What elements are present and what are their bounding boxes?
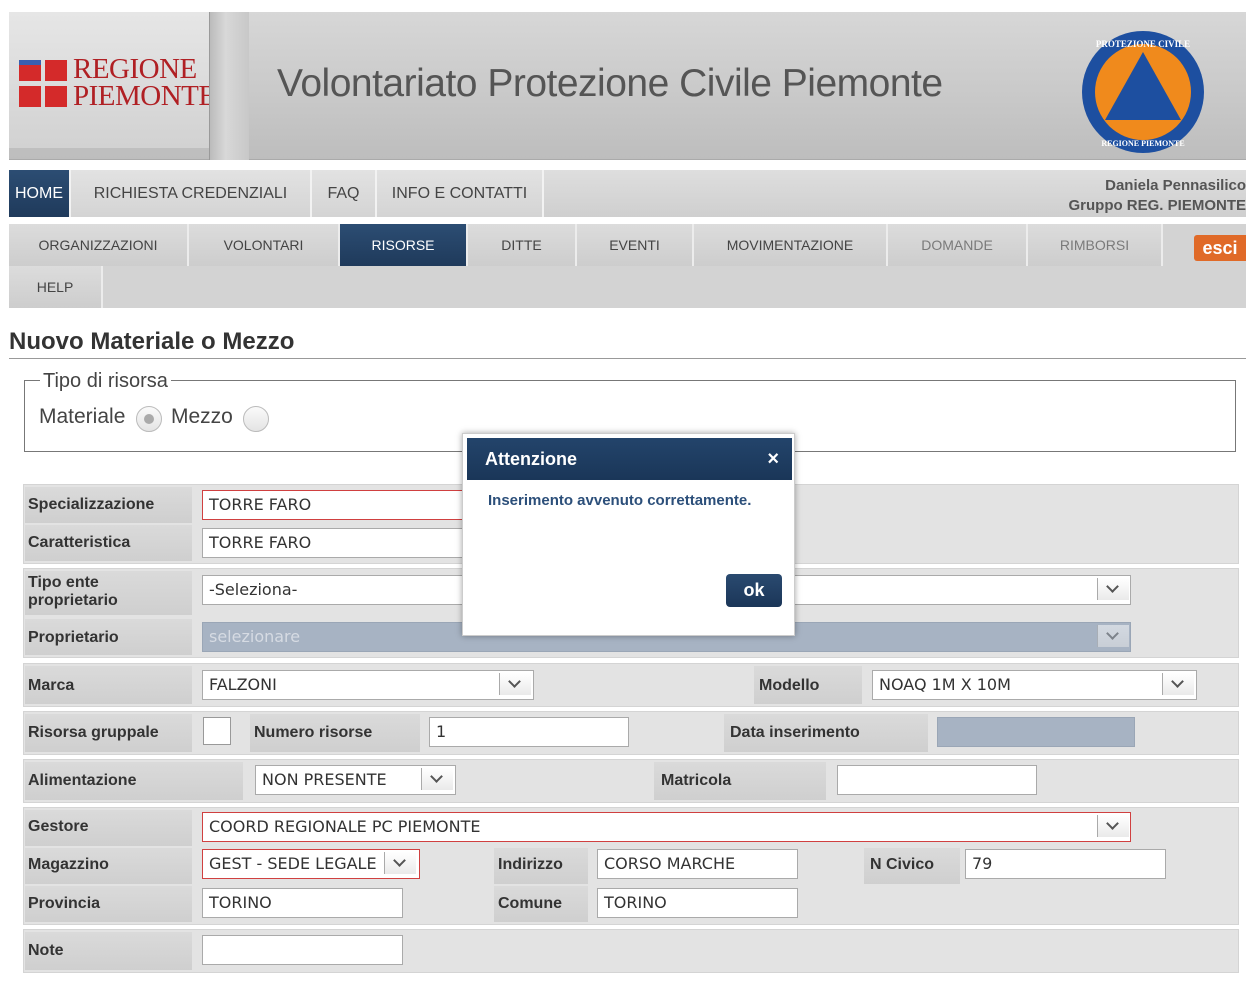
subnav-domande[interactable]: DOMANDE	[888, 224, 1028, 266]
risorsa-gruppale-checkbox[interactable]	[203, 717, 231, 745]
page: REGIONE PIEMONTE Volontariato Protezione…	[0, 0, 1246, 983]
close-icon[interactable]: ×	[767, 448, 779, 471]
indirizzo-input[interactable]: CORSO MARCHE	[597, 849, 798, 879]
tipo-ente-label: Tipo ente proprietario	[28, 574, 118, 609]
logo-line1: REGIONE	[73, 53, 197, 85]
provincia-label: Provincia	[28, 895, 101, 912]
data-inserimento-label: Data inserimento	[730, 724, 860, 741]
n-civico-input[interactable]: 79	[965, 849, 1166, 879]
top-navigation: HOME RICHIESTA CREDENZIALI FAQ INFO E CO…	[9, 170, 1246, 217]
chevron-down-icon[interactable]	[499, 673, 531, 695]
subnav-risorse[interactable]: RISORSE	[340, 224, 468, 266]
indirizzo-label: Indirizzo	[498, 856, 563, 873]
chevron-down-icon[interactable]	[1097, 815, 1129, 837]
magazzino-label: Magazzino	[28, 856, 109, 873]
data-inserimento-input	[937, 717, 1135, 747]
dialog-message: Inserimento avvenuto correttamente.	[488, 492, 752, 509]
pc-logo-top-text: PROTEZIONE CIVILE	[1096, 39, 1190, 49]
tipo-risorsa-legend: Tipo di risorsa	[40, 370, 171, 393]
logout-button[interactable]: esci	[1194, 235, 1246, 261]
chevron-down-icon[interactable]	[384, 852, 416, 874]
n-civico-label: N Civico	[870, 856, 935, 873]
mezzo-label[interactable]: Mezzo	[171, 405, 233, 429]
modello-select[interactable]: NOAQ 1M X 10M	[872, 670, 1197, 700]
marca-label: Marca	[28, 677, 75, 694]
subnav-help[interactable]: HELP	[9, 266, 103, 308]
ok-button[interactable]: ok	[726, 574, 782, 607]
materiale-radio[interactable]	[136, 406, 162, 432]
risorsa-gruppale-label: Risorsa gruppale	[28, 724, 159, 741]
alimentazione-row	[23, 759, 1239, 803]
gestore-select[interactable]: COORD REGIONALE PC PIEMONTE	[202, 812, 1131, 842]
mezzo-radio[interactable]	[243, 406, 269, 432]
marca-select[interactable]: FALZONI	[202, 670, 534, 700]
note-input[interactable]	[202, 935, 403, 965]
provincia-input[interactable]: TORINO	[202, 888, 403, 918]
chevron-down-icon[interactable]	[1162, 673, 1194, 695]
matricola-label: Matricola	[661, 772, 732, 789]
caratteristica-label: Caratteristica	[28, 534, 131, 551]
page-title: Nuovo Materiale o Mezzo	[9, 328, 295, 355]
protezione-civile-logo-icon[interactable]: PROTEZIONE CIVILE REGIONE PIEMONTE	[1081, 30, 1205, 154]
alimentazione-label: Alimentazione	[28, 772, 137, 789]
header-divider	[209, 12, 249, 160]
user-group: Gruppo REG. PIEMONTE	[1068, 197, 1246, 214]
numero-risorse-input[interactable]: 1	[429, 717, 629, 747]
topnav-richiesta-credenziali[interactable]: RICHIESTA CREDENZIALI	[71, 170, 312, 217]
modello-label: Modello	[759, 677, 820, 694]
materiale-label[interactable]: Materiale	[39, 405, 125, 429]
pc-logo-bottom-text: REGIONE PIEMONTE	[1101, 139, 1184, 148]
chevron-down-icon[interactable]	[1097, 578, 1129, 600]
logo-line2: PIEMONTE	[73, 80, 216, 112]
comune-label: Comune	[498, 895, 562, 912]
comune-input[interactable]: TORINO	[597, 888, 798, 918]
subnav-rimborsi[interactable]: RIMBORSI	[1028, 224, 1163, 266]
user-name: Daniela Pennasilico	[1105, 177, 1246, 194]
chevron-down-icon	[1097, 625, 1129, 647]
regione-flag-icon	[19, 60, 69, 108]
header-banner: REGIONE PIEMONTE Volontariato Protezione…	[9, 12, 1246, 160]
subnav-volontari[interactable]: VOLONTARI	[189, 224, 340, 266]
dialog-header: Attenzione ×	[467, 438, 792, 480]
topnav-info-contatti[interactable]: INFO E CONTATTI	[377, 170, 544, 217]
title-divider	[9, 358, 1246, 359]
note-label: Note	[28, 942, 64, 959]
user-info: Daniela Pennasilico Gruppo REG. PIEMONTE	[1068, 176, 1246, 216]
subnav-ditte[interactable]: DITTE	[468, 224, 577, 266]
subnav-eventi[interactable]: EVENTI	[577, 224, 694, 266]
matricola-input[interactable]	[837, 765, 1037, 795]
alert-dialog: Attenzione × Inserimento avvenuto corret…	[462, 433, 795, 636]
numero-risorse-label: Numero risorse	[254, 724, 373, 741]
topnav-home[interactable]: HOME	[9, 170, 71, 217]
specializzazione-label: Specializzazione	[28, 496, 155, 513]
gestore-label: Gestore	[28, 818, 89, 835]
chevron-down-icon[interactable]	[421, 768, 453, 790]
topnav-faq[interactable]: FAQ	[312, 170, 377, 217]
subnav-movimentazione[interactable]: MOVIMENTAZIONE	[694, 224, 888, 266]
site-title: Volontariato Protezione Civile Piemonte	[277, 62, 943, 105]
proprietario-label: Proprietario	[28, 629, 119, 646]
regione-piemonte-logo[interactable]: REGIONE PIEMONTE	[9, 12, 216, 148]
subnav-organizzazioni[interactable]: ORGANIZZAZIONI	[9, 224, 189, 266]
section-navigation: ORGANIZZAZIONI VOLONTARI RISORSE DITTE E…	[9, 224, 1246, 308]
dialog-title: Attenzione	[485, 449, 577, 469]
regione-logo-text: REGIONE PIEMONTE	[73, 53, 216, 112]
